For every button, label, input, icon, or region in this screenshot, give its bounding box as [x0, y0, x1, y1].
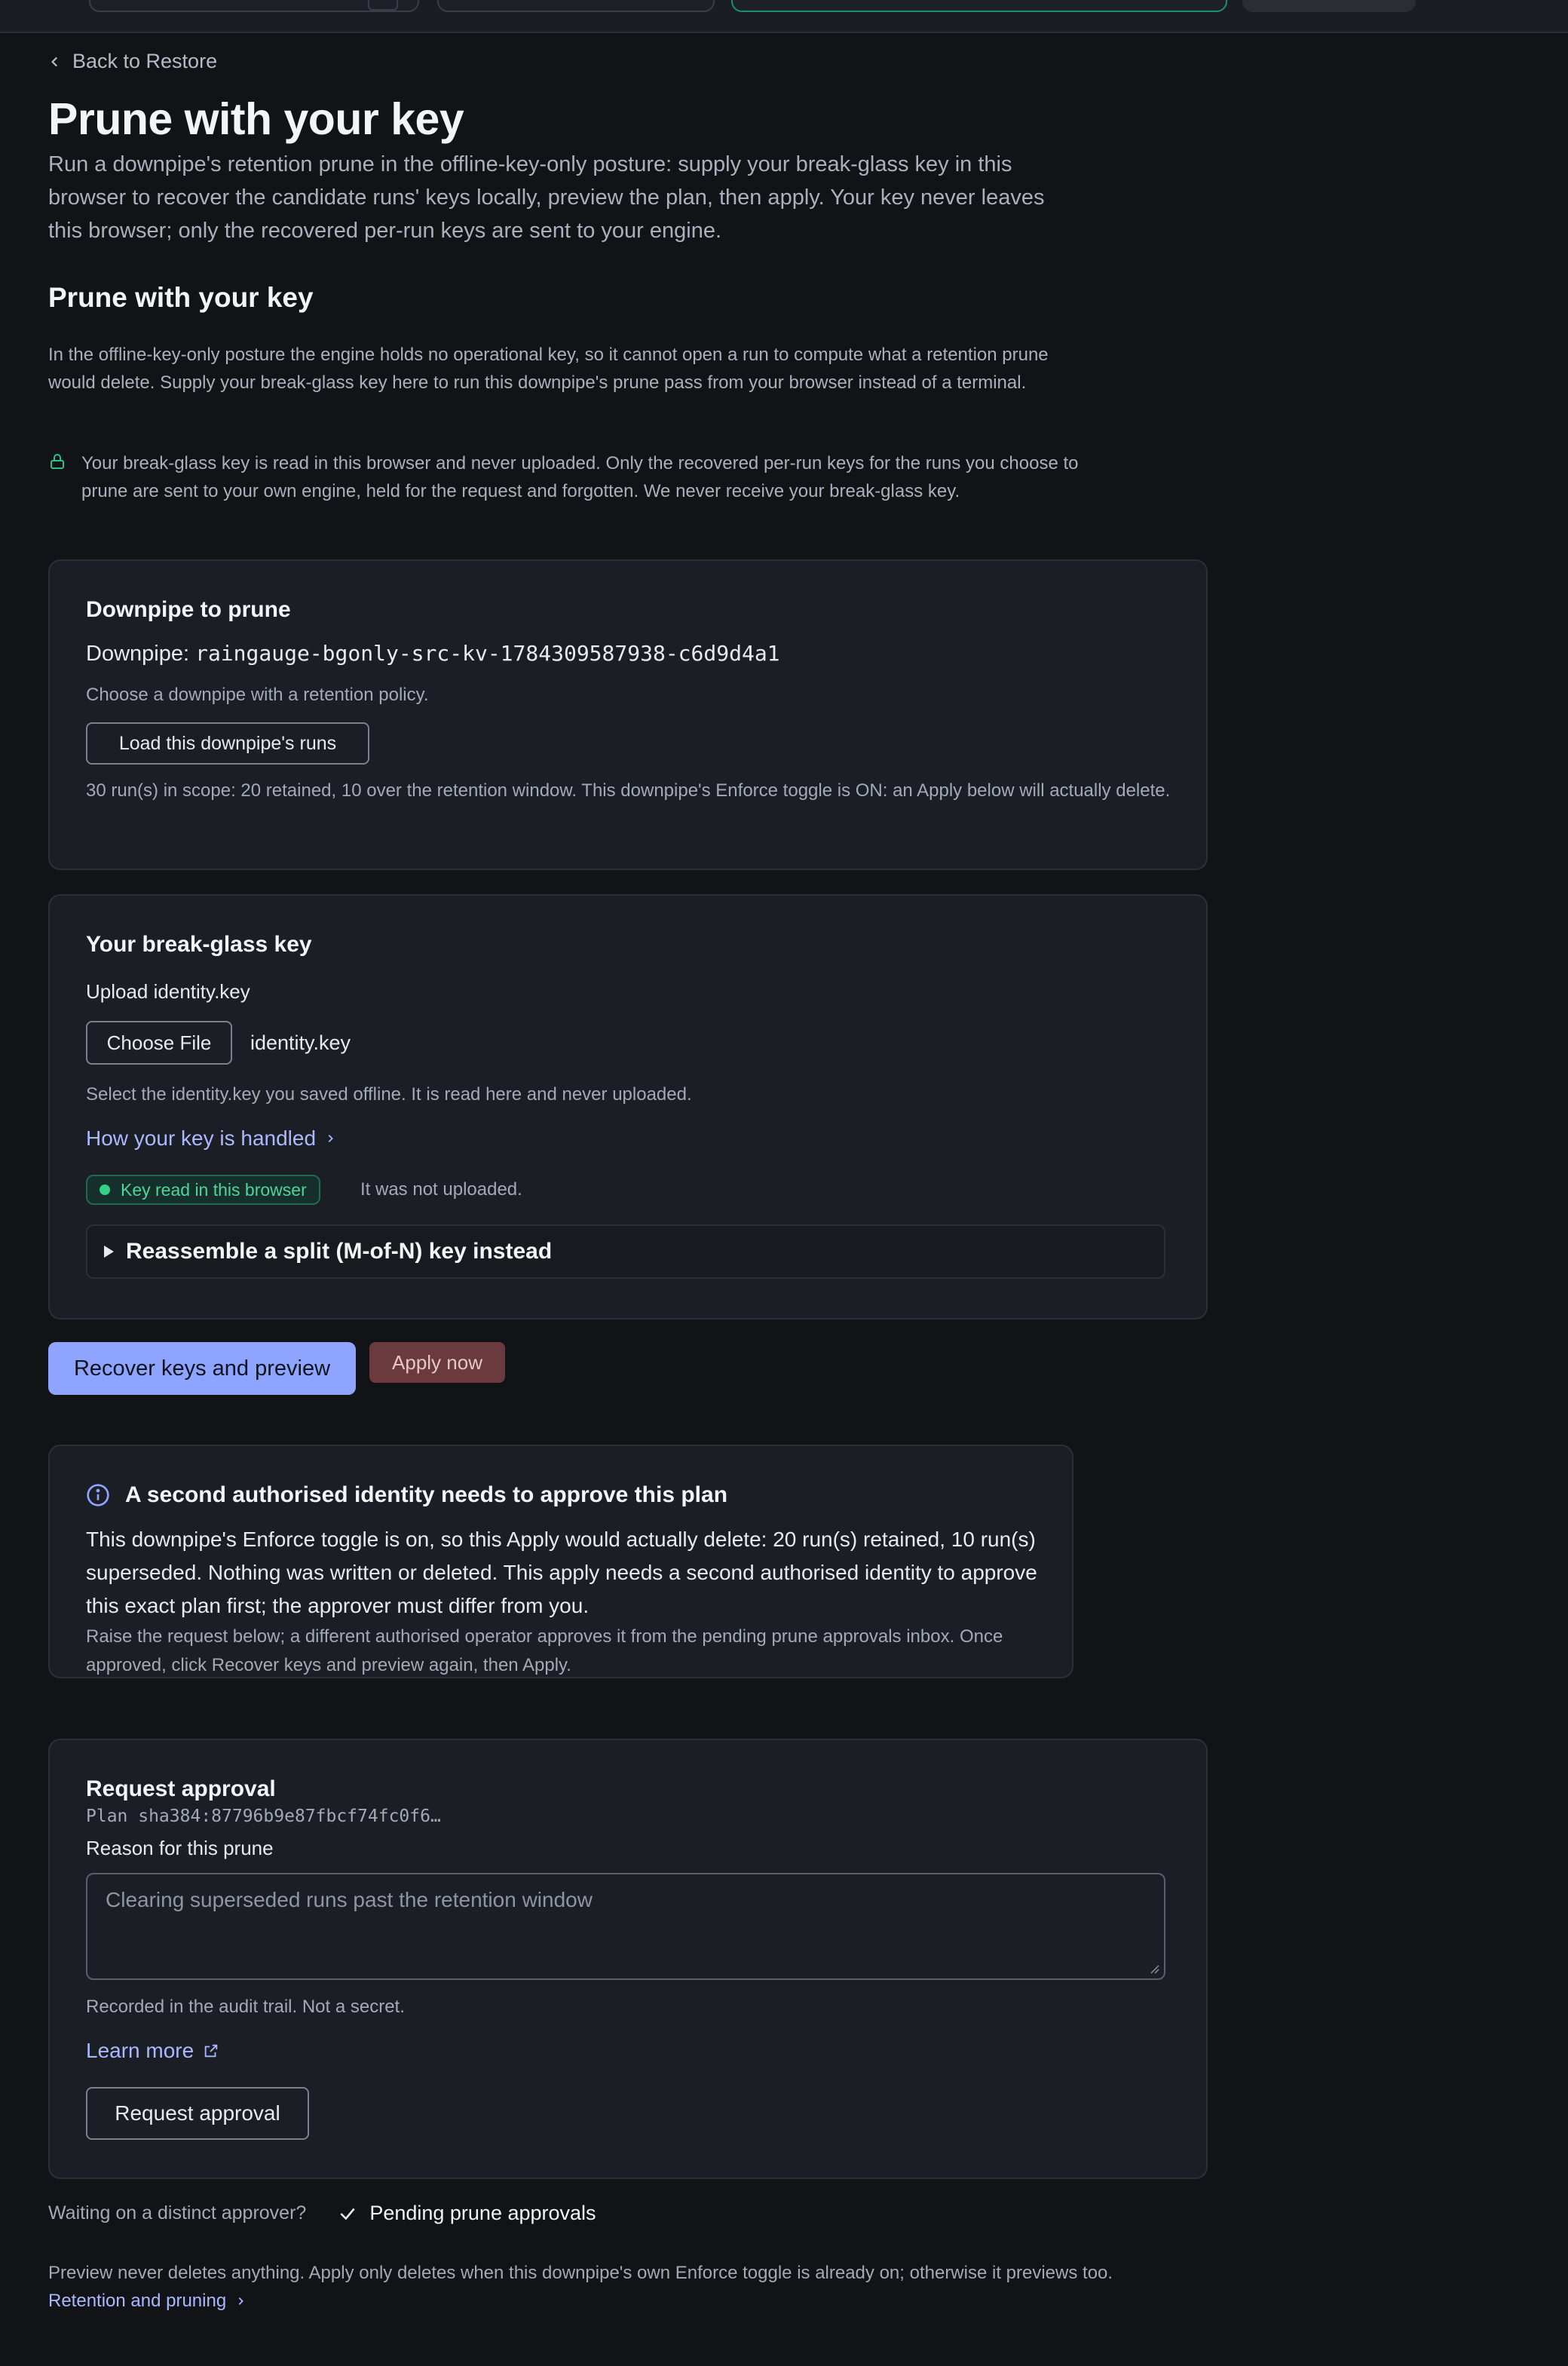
back-to-restore-link[interactable]: Back to Restore: [48, 50, 217, 73]
plan-hash: Plan sha384:87796b9e87fbcf74fc0f6…: [86, 1807, 441, 1826]
check-icon: [340, 2208, 355, 2220]
back-link-label: Back to Restore: [72, 50, 218, 72]
downpipe-card: Downpipe to prune Downpipe: raingauge-bg…: [48, 559, 1208, 870]
footer-note: Preview never deletes anything. Apply on…: [48, 2259, 1119, 2315]
request-approval-button[interactable]: Request approval: [86, 2087, 309, 2140]
learn-more-label: Learn more: [86, 2039, 194, 2062]
privacy-notice: Your break-glass key is read in this bro…: [48, 449, 1089, 505]
pending-approvals-label: Pending prune approvals: [369, 2202, 596, 2224]
how-key-handled-label: How your key is handled: [86, 1126, 317, 1150]
reason-hint: Recorded in the audit trail. Not a secre…: [86, 1997, 405, 2017]
privacy-note-text: Your break-glass key is read in this bro…: [81, 453, 1079, 501]
resize-grip-icon[interactable]: [1149, 1963, 1159, 1974]
break-glass-key-card: Your break-glass key Upload identity.key…: [48, 894, 1208, 1319]
external-link-icon: [204, 2044, 218, 2058]
how-key-handled-link[interactable]: How your key is handled: [86, 1126, 335, 1151]
top-select-field[interactable]: [437, 0, 715, 12]
downpipe-value: raingauge-bgonly-src-kv-1784309587938-c6…: [195, 641, 780, 666]
disclosure-triangle-icon: [104, 1246, 114, 1258]
pending-approvals-row: Waiting on a distinct approver? Pending …: [48, 2202, 596, 2225]
learn-more-link[interactable]: Learn more: [86, 2039, 219, 2063]
selected-file-name: identity.key: [250, 1031, 351, 1054]
approval-alert-title: A second authorised identity needs to ap…: [125, 1482, 728, 1507]
top-status-pill[interactable]: [731, 0, 1227, 12]
status-dot-icon: [100, 1185, 110, 1195]
approval-alert-detail: Raise the request below; a different aut…: [86, 1626, 1003, 1675]
file-hint: Select the identity.key you saved offlin…: [86, 1084, 692, 1105]
apply-now-button[interactable]: Apply now: [369, 1342, 505, 1383]
approval-alert: A second authorised identity needs to ap…: [48, 1445, 1073, 1678]
load-runs-button[interactable]: Load this downpipe's runs: [86, 722, 369, 765]
section-description: In the offline-key-only posture the engi…: [48, 345, 1049, 393]
scope-text: 30 run(s) in scope: 20 retained, 10 over…: [86, 780, 1171, 801]
pending-approvals-link[interactable]: Pending prune approvals: [338, 2202, 596, 2225]
reason-label: Reason for this prune: [86, 1837, 274, 1859]
key-read-badge: Key read in this browser: [86, 1175, 320, 1205]
page-title: Prune with your key: [48, 94, 464, 144]
upload-label: Upload identity.key: [86, 980, 250, 1003]
downpipe-card-title: Downpipe to prune: [86, 597, 291, 622]
approval-alert-body: This downpipe's Enforce toggle is on, so…: [86, 1528, 1037, 1617]
request-approval-card: Request approval Plan sha384:87796b9e87f…: [48, 1739, 1208, 2179]
info-icon: [87, 1484, 109, 1506]
top-user-pill[interactable]: [1242, 0, 1416, 12]
badge-note: It was not uploaded.: [360, 1179, 522, 1200]
downpipe-hint: Choose a downpipe with a retention polic…: [86, 685, 429, 705]
downpipe-label: Downpipe:: [86, 642, 190, 666]
split-key-summary: Reassemble a split (M-of-N) key instead: [126, 1239, 553, 1264]
request-card-title: Request approval: [86, 1776, 276, 1801]
chevron-right-icon: [238, 2297, 244, 2305]
section-heading: Prune with your key: [48, 282, 314, 313]
recover-keys-button[interactable]: Recover keys and preview: [48, 1342, 356, 1395]
retention-pruning-label: Retention and pruning: [48, 2291, 227, 2311]
shortcut-chip: [368, 0, 398, 11]
split-key-details[interactable]: Reassemble a split (M-of-N) key instead: [86, 1224, 1165, 1279]
lock-icon: [51, 454, 64, 469]
approval-alert-header: A second authorised identity needs to ap…: [86, 1482, 727, 1508]
choose-file-button[interactable]: Choose File: [86, 1021, 232, 1065]
page-lede: Run a downpipe's retention prune in the …: [48, 152, 1045, 243]
key-card-title: Your break-glass key: [86, 932, 312, 957]
reason-placeholder: Clearing superseded runs past the retent…: [106, 1888, 593, 1911]
footer-note-text: Preview never deletes anything. Apply on…: [48, 2263, 1113, 2283]
waiting-text: Waiting on a distinct approver?: [48, 2202, 307, 2223]
chevron-right-icon: [328, 1135, 333, 1142]
downpipe-line: Downpipe: raingauge-bgonly-src-kv-178430…: [86, 641, 780, 667]
top-bar: [0, 0, 1568, 33]
chevron-left-icon: [51, 57, 58, 66]
reason-textarea[interactable]: Clearing superseded runs past the retent…: [86, 1873, 1165, 1980]
key-read-badge-label: Key read in this browser: [121, 1179, 307, 1200]
retention-pruning-link[interactable]: Retention and pruning: [48, 2287, 246, 2315]
